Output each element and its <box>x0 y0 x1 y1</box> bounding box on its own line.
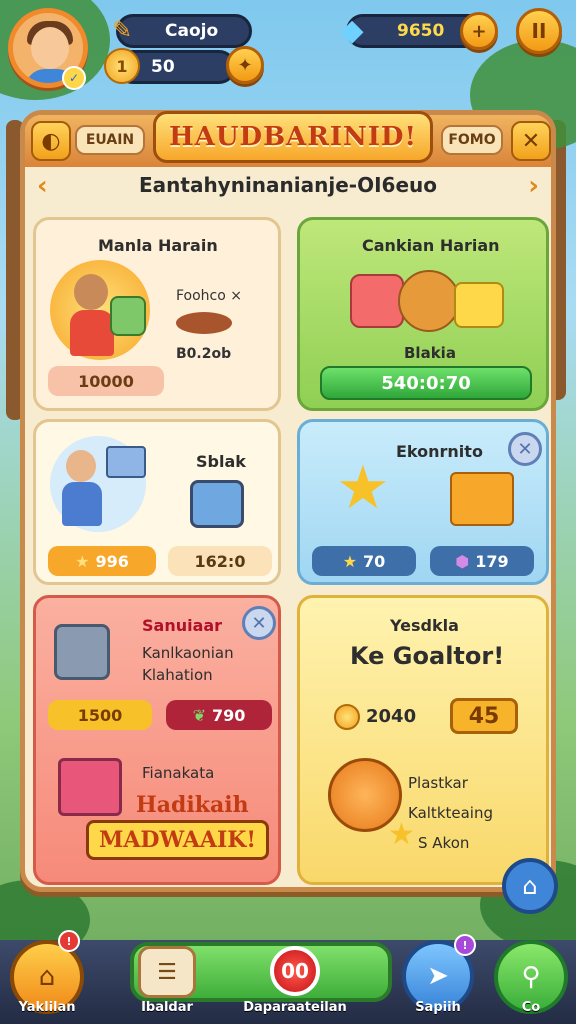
gift-label: Fianakata <box>142 764 215 782</box>
tv-icon <box>54 624 110 680</box>
card-title: Manla Harain <box>98 236 218 255</box>
card-special[interactable]: Sanuiaar ✕ Kanlkaonian Klahation 1500 ❦ 7… <box>33 595 281 885</box>
add-coins-button[interactable]: ✦ <box>226 46 264 84</box>
card-food-shop[interactable]: Cankian Harian Blakia 540:0:70 <box>297 217 549 411</box>
nav-send-label: Sapiih <box>415 1000 461 1015</box>
card-label: Blakia <box>404 344 456 362</box>
present-icon <box>58 758 122 816</box>
coin-count: 50 <box>151 57 175 77</box>
card-line1: Kanlkaonian <box>142 644 234 662</box>
big-star-icon: ★ <box>336 453 390 523</box>
leaf-icon: ❦ <box>192 705 206 725</box>
card-close-icon[interactable]: ✕ <box>242 606 276 640</box>
card-economy[interactable]: Ekonrnito ✕ ★ ★ 70 ⬢ 179 <box>297 419 549 585</box>
back-icon[interactable]: ◐ <box>31 121 71 161</box>
add-gems-button[interactable]: + <box>460 12 498 50</box>
panel-title: HAUDBARINID! <box>153 111 433 163</box>
card-value: B0.2ob <box>176 346 232 362</box>
card-line2: Klahation <box>142 666 213 684</box>
gem-count: 9650 <box>397 21 445 41</box>
gold-chip: 1500 <box>48 700 152 730</box>
send-badge: ! <box>454 934 476 956</box>
nav-book-button[interactable]: ☰ <box>138 946 196 998</box>
notification-badge: ! <box>58 930 80 952</box>
card-title: Cankian Harian <box>362 236 500 255</box>
star-icon: ★ <box>342 551 358 571</box>
coin-value: 2040 <box>366 706 417 727</box>
cookie-icon <box>398 270 460 332</box>
close-icon[interactable]: ✕ <box>511 121 551 161</box>
star-chip: ★ 996 <box>48 546 156 576</box>
reward-chip: 10000 <box>48 366 164 396</box>
card-title: Ekonrnito <box>396 442 483 461</box>
diamond-icon: ◆ <box>340 12 364 48</box>
card-title-line1: Yesdkla <box>390 616 459 635</box>
card-text1: Plastkar <box>408 774 468 792</box>
panel-subtitle: Eantahyninanianje-OI6euo <box>138 173 437 197</box>
card-title: Sanuiaar <box>142 616 223 635</box>
nav-center-label: Daparaateilan <box>243 1000 347 1015</box>
plain-chip: 162:0 <box>168 546 272 576</box>
tablet-icon <box>190 480 244 528</box>
card-computer[interactable]: Sblak ★ 996 162:0 <box>33 419 281 585</box>
gem-icon: ⬢ <box>455 551 470 571</box>
butter-icon <box>454 282 504 328</box>
card-title: Sblak <box>196 452 246 471</box>
level-badge-icon: ✓ <box>62 66 86 90</box>
pencil-icon[interactable]: ✎ <box>104 12 140 48</box>
card-text2: Kaltkteaing <box>408 804 493 822</box>
nav-book-label: Ibaldar <box>141 1000 193 1015</box>
buy-button[interactable]: 540:0:70 <box>320 366 532 400</box>
player-name: Caojo <box>165 21 219 41</box>
girl-character-icon <box>50 260 150 360</box>
arrow-right-icon[interactable]: › <box>528 171 539 201</box>
tab-left[interactable]: EUAIN <box>75 125 145 155</box>
card-title-line2: Ke Goaltor! <box>350 642 505 670</box>
lock-button[interactable]: ⌂ <box>502 858 558 914</box>
card-text3: S Akon <box>418 834 470 852</box>
star-icon: ★ <box>75 551 90 571</box>
coin-icon: 1 <box>104 48 140 84</box>
gift-box-icon <box>450 472 514 526</box>
spoon-icon <box>176 312 232 334</box>
card-close-icon[interactable]: ✕ <box>508 432 542 466</box>
banner-line2: MADWAAIK! <box>86 820 270 860</box>
banner-line1: Hadikaih <box>136 792 249 818</box>
card-item-label: Foohco × <box>176 288 243 304</box>
event-panel: ◐ EUAIN HAUDBARINID! FOMO ✕ ‹ Eantahynin… <box>20 110 556 892</box>
red-chip: ❦ 790 <box>166 700 272 730</box>
small-star-icon: ★ <box>388 817 415 852</box>
pause-button[interactable]: II <box>516 8 562 54</box>
gem-chip: ⬢ 179 <box>430 546 534 576</box>
card-collector[interactable]: Yesdkla Ke Goaltor! 2040 45 ★ Plastkar K… <box>297 595 549 885</box>
nav-home-label: Yaklilan <box>18 1000 76 1015</box>
bread-icon <box>350 274 404 328</box>
star-chip: ★ 70 <box>312 546 416 576</box>
gold-coin-icon <box>334 704 360 730</box>
badge-value: 45 <box>450 698 518 734</box>
center-badge[interactable]: 00 <box>270 946 320 996</box>
tab-right[interactable]: FOMO <box>441 125 503 155</box>
nav-search-label: Co <box>521 1000 541 1015</box>
boy-character-icon <box>50 436 146 532</box>
card-daily-reward[interactable]: Manla Harain Foohco × B0.2ob 10000 <box>33 217 281 411</box>
